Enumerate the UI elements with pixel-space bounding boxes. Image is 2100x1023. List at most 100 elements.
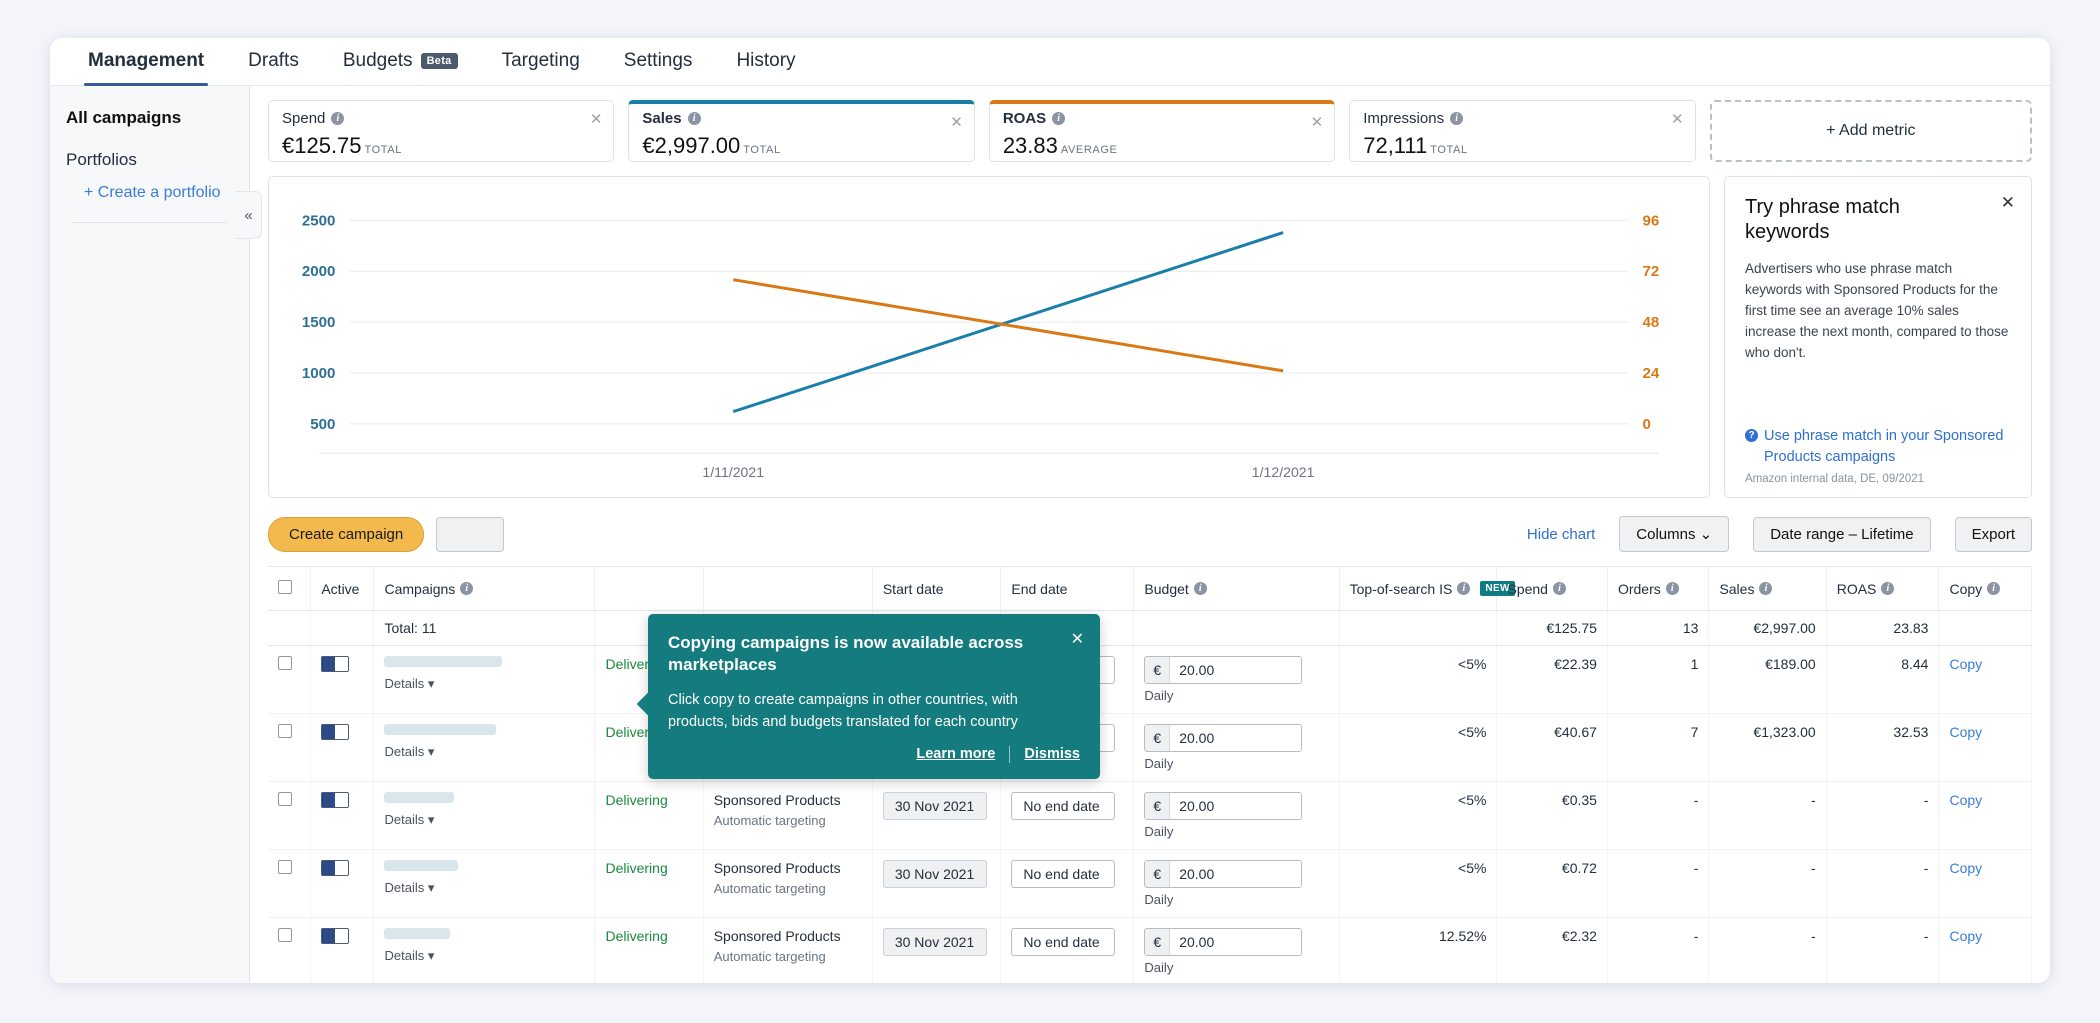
row-checkbox[interactable] <box>278 724 292 738</box>
end-date-input[interactable]: No end date <box>1011 928 1116 956</box>
budget-input[interactable]: 20.00 <box>1170 793 1301 819</box>
close-icon[interactable]: ✕ <box>1311 113 1324 131</box>
end-date-input[interactable]: No end date <box>1011 792 1116 820</box>
header-spend[interactable]: Spend i <box>1496 567 1608 611</box>
campaign-details-toggle[interactable]: Details ▾ <box>384 744 584 760</box>
header-copy[interactable]: Copy i <box>1938 567 2032 611</box>
row-checkbox[interactable] <box>278 656 292 670</box>
start-date-value[interactable]: 30 Nov 2021 <box>882 860 987 888</box>
campaign-active-toggle[interactable] <box>321 928 350 944</box>
row-checkbox[interactable] <box>278 928 292 942</box>
header-sales[interactable]: Sales i <box>1708 567 1827 611</box>
info-icon[interactable]: i <box>1193 582 1207 595</box>
start-date-value[interactable]: 30 Nov 2021 <box>882 928 987 956</box>
header-roas[interactable]: ROAS i <box>1826 567 1940 611</box>
copy-link[interactable]: Copy <box>1949 792 1982 808</box>
row-checkbox[interactable] <box>278 792 292 806</box>
copy-link[interactable]: Copy <box>1949 860 1982 876</box>
close-icon[interactable]: ✕ <box>950 113 963 131</box>
header-budget[interactable]: Budget i <box>1133 567 1340 611</box>
budget-input[interactable]: 20.00 <box>1170 725 1301 751</box>
header-start-date[interactable]: Start date <box>872 567 1002 611</box>
close-icon[interactable]: ✕ <box>2001 193 2015 213</box>
campaign-details-toggle[interactable]: Details ▾ <box>384 948 584 964</box>
budget-input[interactable]: 20.00 <box>1170 861 1301 887</box>
end-date-input[interactable]: No end date <box>1011 860 1116 888</box>
info-icon[interactable]: i <box>1987 582 2001 595</box>
row-checkbox[interactable] <box>278 860 292 874</box>
metric-label: Impressions <box>1363 110 1445 127</box>
tab-management[interactable]: Management <box>66 50 226 86</box>
tab-budgets[interactable]: Budgets Beta <box>321 50 480 85</box>
budget-input-group[interactable]: €20.00 <box>1144 928 1303 956</box>
info-icon[interactable]: i <box>1552 582 1566 595</box>
sidebar-item-portfolios[interactable]: Portfolios <box>66 150 233 170</box>
create-portfolio-link[interactable]: + Create a portfolio <box>66 184 233 202</box>
close-icon[interactable]: ✕ <box>1071 629 1084 649</box>
metric-card-impressions[interactable]: Impressions i ✕ 72,111 TOTAL <box>1349 100 1696 162</box>
campaign-name-redacted[interactable] <box>384 792 455 803</box>
campaign-name-redacted[interactable] <box>384 656 503 667</box>
campaign-details-toggle[interactable]: Details ▾ <box>384 676 584 692</box>
tab-drafts[interactable]: Drafts <box>226 50 321 85</box>
header-orders[interactable]: Orders i <box>1607 567 1710 611</box>
tab-targeting[interactable]: Targeting <box>480 50 602 85</box>
info-icon[interactable]: i <box>1457 582 1471 595</box>
copy-link[interactable]: Copy <box>1949 928 1982 944</box>
table-body: Total: 11 €125.75 13 €2,997.00 23.83 Details … <box>268 610 2032 983</box>
select-all-checkbox[interactable] <box>278 580 292 594</box>
info-icon[interactable]: i <box>687 112 701 125</box>
start-date-value[interactable]: 30 Nov 2021 <box>882 792 987 820</box>
export-button[interactable]: Export <box>1954 516 2032 552</box>
date-range-button[interactable]: Date range – Lifetime <box>1753 516 1931 552</box>
sidebar-item-all-campaigns[interactable]: All campaigns <box>66 108 233 128</box>
tab-history[interactable]: History <box>714 50 817 85</box>
campaign-name-redacted[interactable] <box>384 928 451 939</box>
table-toolbar: Create campaign Hide chart Columns ⌄ Dat… <box>268 514 2032 554</box>
header-top-of-search-is[interactable]: Top-of-search IS i NEW <box>1339 567 1515 611</box>
dismiss-link[interactable]: Dismiss <box>1024 746 1080 762</box>
promo-link[interactable]: ? Use phrase match in your Sponsored Pro… <box>1745 426 2011 467</box>
close-icon[interactable]: ✕ <box>590 110 603 128</box>
columns-button[interactable]: Columns ⌄ <box>1619 516 1730 552</box>
info-icon[interactable]: i <box>1450 112 1464 125</box>
budget-input-group[interactable]: €20.00 <box>1144 724 1303 752</box>
info-icon[interactable]: i <box>1759 582 1773 595</box>
add-metric-button[interactable]: + Add metric <box>1709 100 2033 162</box>
info-icon[interactable]: i <box>1665 582 1679 595</box>
info-icon[interactable]: i <box>460 582 474 595</box>
close-icon[interactable]: ✕ <box>1671 110 1684 128</box>
create-campaign-button[interactable]: Create campaign <box>268 516 425 552</box>
campaigns-table: Active Campaigns i Start date End date Bu… <box>268 566 2032 983</box>
metric-card-spend[interactable]: Spend i ✕ €125.75 TOTAL <box>268 100 615 162</box>
budget-input[interactable]: 20.00 <box>1170 929 1301 955</box>
secondary-action-button[interactable] <box>436 516 504 552</box>
header-end-date[interactable]: End date <box>1000 567 1135 611</box>
tab-settings[interactable]: Settings <box>602 50 715 85</box>
copy-link[interactable]: Copy <box>1949 724 1982 740</box>
header-campaigns[interactable]: Campaigns i <box>373 567 596 611</box>
budget-input-group[interactable]: €20.00 <box>1144 656 1303 684</box>
header-active[interactable]: Active <box>310 567 375 611</box>
learn-more-link[interactable]: Learn more <box>916 746 995 762</box>
campaign-details-toggle[interactable]: Details ▾ <box>384 812 584 828</box>
campaign-name-redacted[interactable] <box>384 724 497 735</box>
campaign-details-toggle[interactable]: Details ▾ <box>384 880 584 896</box>
info-icon[interactable]: i <box>1052 112 1066 125</box>
budget-input-group[interactable]: €20.00 <box>1144 860 1303 888</box>
info-icon[interactable]: i <box>1881 582 1895 595</box>
hide-chart-link[interactable]: Hide chart <box>1527 526 1595 543</box>
budget-input-group[interactable]: €20.00 <box>1144 792 1303 820</box>
info-icon[interactable]: i <box>331 112 345 125</box>
campaign-active-toggle[interactable] <box>321 656 350 672</box>
metric-card-sales[interactable]: Sales i ✕ €2,997.00 TOTAL <box>628 100 975 162</box>
campaign-name-redacted[interactable] <box>384 860 459 871</box>
copy-link[interactable]: Copy <box>1949 656 1982 672</box>
campaign-active-toggle[interactable] <box>321 860 350 876</box>
campaign-active-toggle[interactable] <box>321 792 350 808</box>
campaign-active-toggle[interactable] <box>321 724 350 740</box>
budget-input[interactable]: 20.00 <box>1170 657 1301 683</box>
row-active-cell <box>310 645 375 714</box>
metric-card-roas[interactable]: ROAS i ✕ 23.83 AVERAGE <box>988 100 1336 162</box>
tab-label: Management <box>88 50 205 71</box>
